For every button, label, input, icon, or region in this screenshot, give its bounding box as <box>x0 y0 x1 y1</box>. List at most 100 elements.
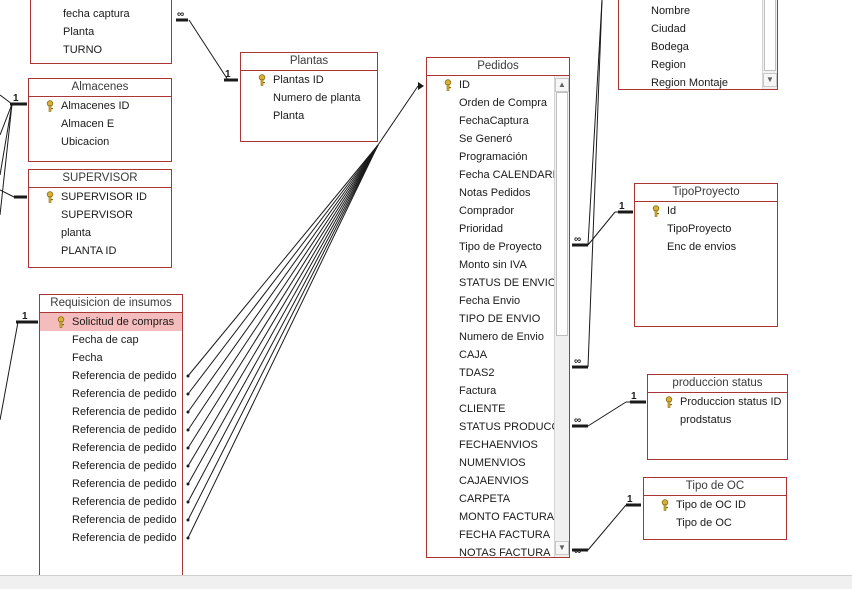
table-tipoproyecto[interactable]: TipoProyecto Id TipoProyecto Enc de envi… <box>634 183 778 327</box>
table-almacenes[interactable]: Almacenes Almacenes ID Almacen E Ubicaci… <box>28 78 172 162</box>
field[interactable]: Region Montaje <box>619 74 762 89</box>
field[interactable]: CLIENTE <box>427 400 554 418</box>
field[interactable]: Factura <box>427 382 554 400</box>
field[interactable]: CAJAENVIOS <box>427 472 554 490</box>
field[interactable]: FECHAENVIOS <box>427 436 554 454</box>
table-requisicion-de-insumos[interactable]: Requisicion de insumos Solicitud de comp… <box>39 294 183 576</box>
field-label: Numero de planta <box>273 92 361 104</box>
field[interactable]: Enc de envios <box>635 238 777 256</box>
field[interactable]: Almacen E <box>29 115 171 133</box>
field[interactable]: Monto sin IVA <box>427 256 554 274</box>
field[interactable]: Referencia de pedido <box>40 421 182 439</box>
field[interactable]: Numero de planta <box>241 89 377 107</box>
field[interactable]: Fecha <box>40 349 182 367</box>
field[interactable]: Tipo de Proyecto <box>427 238 554 256</box>
table-cliente-partial[interactable]: Nombre Ciudad Bodega Region Region Monta… <box>618 0 778 90</box>
table-title[interactable]: Tipo de OC <box>644 478 786 496</box>
field[interactable]: STATUS PRODUCCION <box>427 418 554 436</box>
field[interactable]: Prioridad <box>427 220 554 238</box>
table-tipo-de-oc[interactable]: Tipo de OC Tipo de OC ID Tipo de OC <box>643 477 787 540</box>
field-primary-key[interactable]: Id <box>635 202 777 220</box>
field[interactable]: Planta <box>31 23 171 41</box>
vertical-scrollbar[interactable]: ▲ ▼ <box>554 76 569 557</box>
field[interactable]: TDAS2 <box>427 364 554 382</box>
field[interactable]: SUPERVISOR <box>29 206 171 224</box>
field-primary-key[interactable]: Solicitud de compras <box>40 313 182 331</box>
field[interactable]: NOTAS FACTURA <box>427 544 554 557</box>
table-title[interactable]: produccion status <box>648 375 787 393</box>
field[interactable]: Referencia de pedido <box>40 457 182 475</box>
rel-one-label: 1 <box>13 93 19 104</box>
field[interactable]: TIPO DE ENVIO <box>427 310 554 328</box>
field[interactable]: Region <box>619 56 762 74</box>
table-title[interactable]: Plantas <box>241 53 377 71</box>
field[interactable]: Referencia de pedido <box>40 385 182 403</box>
scroll-up-icon[interactable]: ▲ <box>555 78 569 92</box>
field-primary-key[interactable]: Tipo de OC ID <box>644 496 786 514</box>
field[interactable]: STATUS DE ENVIO <box>427 274 554 292</box>
field[interactable]: Referencia de pedido <box>40 475 182 493</box>
field[interactable]: fecha captura <box>31 5 171 23</box>
field-label: TIPO DE ENVIO <box>459 313 541 325</box>
field[interactable]: Ubicacion <box>29 133 171 151</box>
field[interactable]: Bodega <box>619 38 762 56</box>
field[interactable]: Referencia de pedido <box>40 367 182 385</box>
table-title[interactable]: Requisicion de insumos <box>40 295 182 313</box>
scroll-down-icon[interactable]: ▼ <box>763 73 777 87</box>
field-label: CAJAENVIOS <box>459 475 529 487</box>
field-label: Fecha Envio <box>459 295 521 307</box>
field[interactable]: Referencia de pedido <box>40 511 182 529</box>
field[interactable]: Referencia de pedido <box>40 529 182 547</box>
field[interactable]: Ciudad <box>619 20 762 38</box>
field[interactable]: TURNO <box>31 41 171 59</box>
field[interactable]: prodstatus <box>648 411 787 429</box>
vertical-scrollbar[interactable]: ▼ <box>762 0 777 89</box>
field[interactable]: Notas Pedidos <box>427 184 554 202</box>
field[interactable]: Fecha CALENDARIO <box>427 166 554 184</box>
table-produccion-status[interactable]: produccion status Produccion status ID p… <box>647 374 788 460</box>
field[interactable]: Numero de Envio <box>427 328 554 346</box>
field[interactable]: Fecha de cap <box>40 331 182 349</box>
scroll-down-icon[interactable]: ▼ <box>555 541 569 555</box>
field[interactable]: Programación <box>427 148 554 166</box>
field-label: Se Generó <box>459 133 513 145</box>
field[interactable]: Fecha Envio <box>427 292 554 310</box>
field[interactable]: NUMENVIOS <box>427 454 554 472</box>
field[interactable]: FechaCaptura <box>427 112 554 130</box>
table-title[interactable]: TipoProyecto <box>635 184 777 202</box>
table-title[interactable]: Pedidos <box>427 58 569 76</box>
field[interactable]: Referencia de pedido <box>40 493 182 511</box>
field[interactable]: Nombre <box>619 2 762 20</box>
table-plantas[interactable]: Plantas Plantas ID Numero de planta Plan… <box>240 52 378 142</box>
field[interactable]: Comprador <box>427 202 554 220</box>
field[interactable]: Tipo de OC <box>644 514 786 532</box>
field-label: Fecha de cap <box>72 334 139 346</box>
field[interactable]: Orden de Compra <box>427 94 554 112</box>
field-label: Ubicacion <box>61 136 110 148</box>
table-supervisor[interactable]: SUPERVISOR SUPERVISOR ID SUPERVISOR plan… <box>28 169 172 268</box>
field-primary-key[interactable]: Produccion status ID <box>648 393 787 411</box>
field[interactable]: MONTO FACTURA <box>427 508 554 526</box>
field-primary-key[interactable]: Plantas ID <box>241 71 377 89</box>
scroll-thumb[interactable] <box>764 0 776 71</box>
field[interactable]: Planta <box>241 107 377 125</box>
scroll-thumb[interactable] <box>556 92 568 336</box>
field[interactable]: CARPETA <box>427 490 554 508</box>
table-title[interactable]: Almacenes <box>29 79 171 97</box>
table-pedidos[interactable]: Pedidos ID Orden de Compra FechaCaptura … <box>426 57 570 558</box>
field[interactable]: PLANTA ID <box>29 242 171 260</box>
field[interactable]: Referencia de pedido <box>40 403 182 421</box>
field[interactable]: CAJA <box>427 346 554 364</box>
table-top-partial[interactable]: fecha captura Planta TURNO <box>30 0 172 64</box>
field[interactable]: planta <box>29 224 171 242</box>
field-primary-key[interactable]: SUPERVISOR ID <box>29 188 171 206</box>
field-primary-key[interactable]: Almacenes ID <box>29 97 171 115</box>
field[interactable]: Referencia de pedido <box>40 439 182 457</box>
field[interactable]: FECHA FACTURA <box>427 526 554 544</box>
field[interactable]: TipoProyecto <box>635 220 777 238</box>
table-title[interactable]: SUPERVISOR <box>29 170 171 188</box>
field-primary-key[interactable]: ID <box>427 76 554 94</box>
field-label: Referencia de pedido <box>72 514 177 526</box>
rel-one-label: 1 <box>22 311 28 322</box>
field[interactable]: Se Generó <box>427 130 554 148</box>
